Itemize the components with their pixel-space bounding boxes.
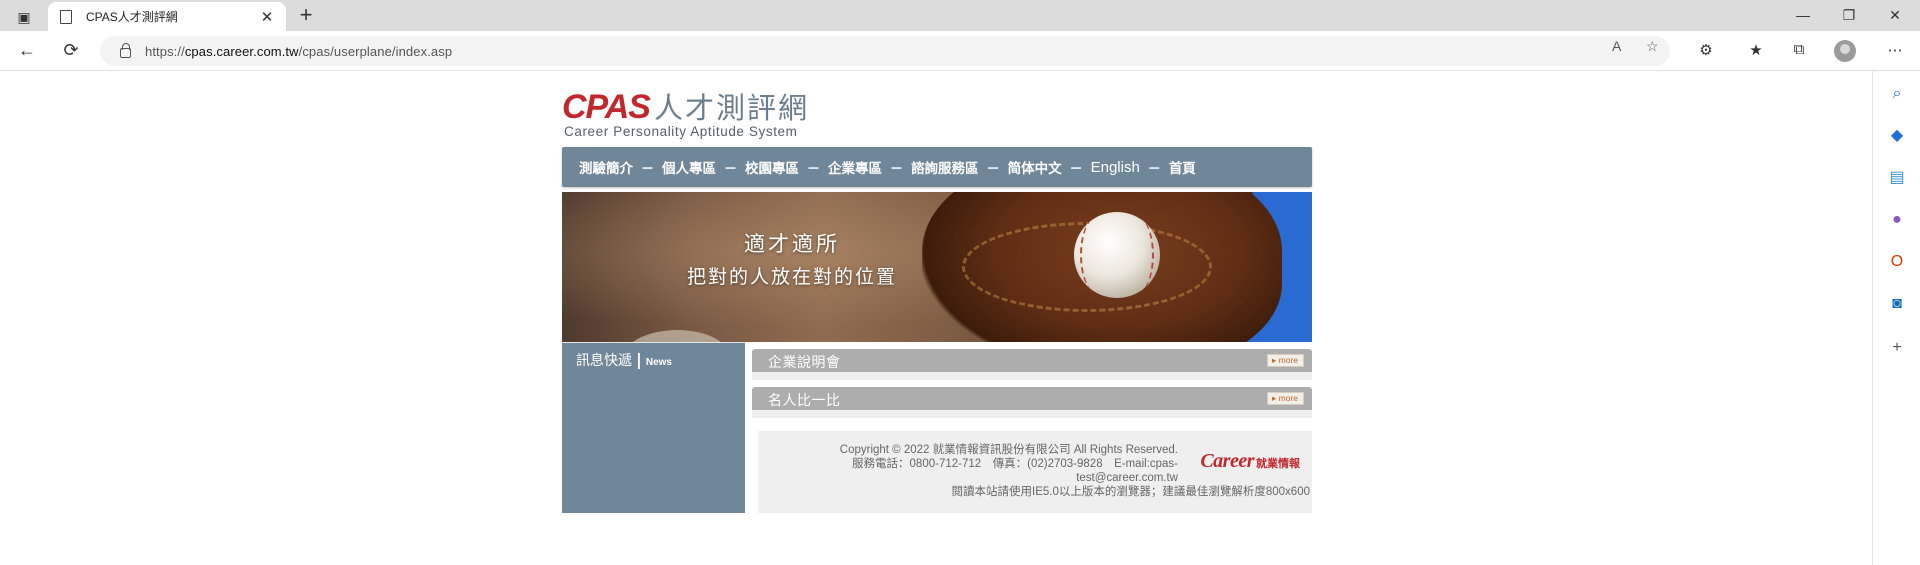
extensions-icon[interactable]: ⚙ <box>1695 41 1717 61</box>
people-icon[interactable]: ● <box>1888 211 1906 229</box>
url-text: https://cpas.career.com.tw/cpas/userplan… <box>145 43 453 59</box>
settings-more-icon[interactable]: ⋯ <box>1884 41 1906 61</box>
baseball-image <box>1074 212 1160 298</box>
nav-home[interactable]: 首頁 <box>1169 157 1196 177</box>
nav-english[interactable]: English <box>1091 159 1140 176</box>
tools-icon[interactable]: ▤ <box>1888 169 1906 187</box>
nav-separator: － <box>1147 160 1161 176</box>
section-header: 企業說明會 ▸ more <box>752 349 1312 372</box>
nav-separator: － <box>1069 160 1083 176</box>
nav-simplified-chinese[interactable]: 简体中文 <box>1008 157 1062 177</box>
collections-icon[interactable]: ⧉ <box>1788 41 1810 61</box>
site-logo[interactable]: CPAS 人才測評網 Career Personality Aptitude S… <box>562 85 809 139</box>
browser-tab-active[interactable]: CPAS人才測評網 ✕ <box>48 2 286 31</box>
nav-campus[interactable]: 校園專區 <box>745 157 799 177</box>
search-icon[interactable]: ⌕ <box>1888 85 1906 103</box>
section-celebrity-compare: 名人比一比 ▸ more <box>752 387 1312 418</box>
news-panel: 訊息快遞 | News <box>562 342 745 513</box>
nav-personal[interactable]: 個人專區 <box>662 157 716 177</box>
nav-separator: － <box>986 160 1000 176</box>
nav-consulting[interactable]: 諮詢服務區 <box>911 157 979 177</box>
reload-button[interactable]: ⟳ <box>58 39 84 63</box>
site-footer: Copyright © 2022 就業情報資訊股份有限公司 All Rights… <box>758 431 1312 513</box>
section-title: 企業說明會 <box>768 355 841 371</box>
nav-separator: － <box>724 160 738 176</box>
profile-avatar[interactable] <box>1834 40 1856 62</box>
shopping-tag-icon[interactable]: ◆ <box>1888 127 1906 145</box>
career-brand-logo[interactable]: Career 就業情報 <box>1200 450 1300 473</box>
back-button[interactable]: ← <box>14 39 40 63</box>
restore-window-button[interactable]: ❐ <box>1826 4 1872 28</box>
nav-separator: － <box>641 160 655 176</box>
section-body <box>752 410 1312 418</box>
web-page: CPAS 人才測評網 Career Personality Aptitude S… <box>0 71 1872 565</box>
banner-line-2: 把對的人放在對的位置 <box>686 266 897 288</box>
lock-icon[interactable] <box>120 43 131 58</box>
add-favorite-icon[interactable]: ☆ <box>1646 38 1659 55</box>
office-icon[interactable]: O <box>1888 253 1906 271</box>
nav-enterprise[interactable]: 企業專區 <box>828 157 882 177</box>
logo-chinese-text: 人才測評網 <box>653 91 809 125</box>
hero-banner: 適才適所 把對的人放在對的位置 <box>562 192 1312 342</box>
main-navigation: 測驗簡介 － 個人專區 － 校園專區 － 企業專區 － 諮詢服務區 － 简体中文… <box>562 147 1312 187</box>
section-enterprise-briefing: 企業說明會 ▸ more <box>752 349 1312 380</box>
read-aloud-icon[interactable]: A <box>1612 38 1621 54</box>
favorites-icon[interactable]: ★ <box>1745 41 1767 61</box>
footer-browser-note: 閱讀本站請使用IE5.0以上版本的瀏覽器；建議最佳瀏覽解析度800x600 <box>951 486 1310 498</box>
nav-separator: － <box>890 160 904 176</box>
nav-separator: － <box>807 160 821 176</box>
more-button[interactable]: ▸ more <box>1267 354 1304 367</box>
career-logo-text: Career <box>1200 450 1254 472</box>
close-tab-icon[interactable]: ✕ <box>258 8 276 26</box>
edge-sidebar: ⌕ ◆ ▤ ● O ◙ + <box>1872 71 1920 565</box>
close-window-button[interactable]: ✕ <box>1872 4 1918 28</box>
tab-bar: ▣ CPAS人才測評網 ✕ + — ❐ ✕ <box>0 0 1920 31</box>
add-icon[interactable]: + <box>1888 339 1906 357</box>
address-input[interactable]: https://cpas.career.com.tw/cpas/userplan… <box>100 36 1670 66</box>
news-heading: 訊息快遞 | News <box>576 350 672 369</box>
section-title: 名人比一比 <box>768 393 841 409</box>
footer-email[interactable]: test@career.com.tw <box>840 471 1312 485</box>
nav-test-intro[interactable]: 測驗簡介 <box>579 157 633 177</box>
more-button[interactable]: ▸ more <box>1267 392 1304 405</box>
outlook-icon[interactable]: ◙ <box>1888 295 1906 313</box>
logo-subtitle: Career Personality Aptitude System <box>564 124 798 139</box>
minimize-window-button[interactable]: — <box>1780 4 1826 28</box>
banner-line-1: 適才適所 <box>744 232 840 256</box>
tab-actions-menu-icon[interactable]: ▣ <box>10 6 38 28</box>
section-header: 名人比一比 ▸ more <box>752 387 1312 410</box>
section-body <box>752 372 1312 380</box>
address-toolbar: ← ⟳ https://cpas.career.com.tw/cpas/user… <box>0 31 1920 71</box>
banner-headline: 適才適所 把對的人放在對的位置 <box>662 228 922 289</box>
logo-cpas-text: CPAS <box>562 88 651 126</box>
career-logo-chinese: 就業情報 <box>1256 457 1300 470</box>
tab-title: CPAS人才測評網 <box>86 10 178 24</box>
new-tab-button[interactable]: + <box>294 4 318 28</box>
page-document-icon <box>60 9 72 24</box>
